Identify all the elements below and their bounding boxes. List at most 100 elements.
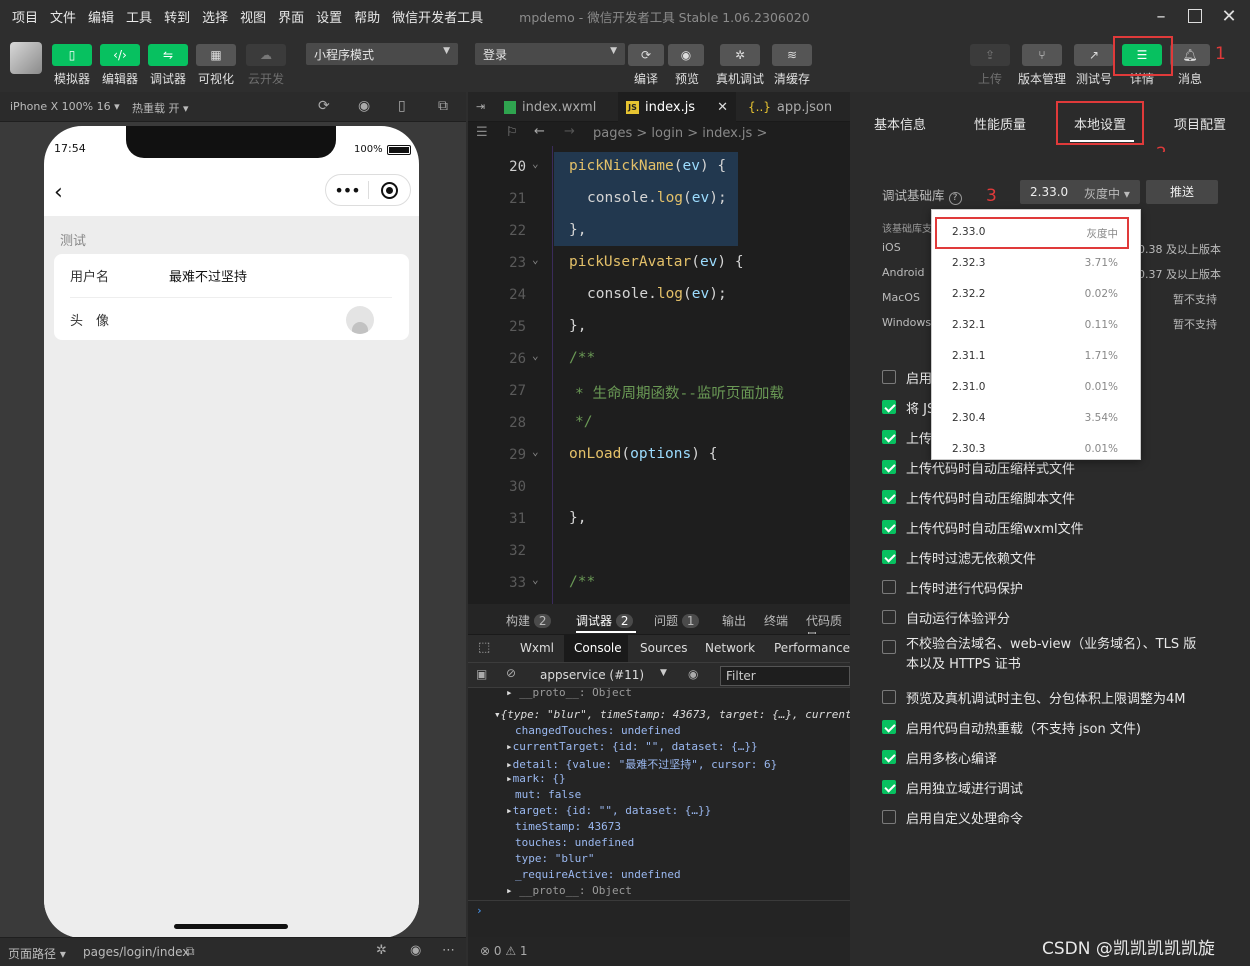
more-dots-icon[interactable]: •••: [326, 181, 368, 200]
close-tab-icon[interactable]: ✕: [717, 100, 728, 115]
setting-checkbox[interactable]: [882, 690, 896, 704]
setting-checkbox[interactable]: [882, 780, 896, 794]
stop-icon[interactable]: ◉: [358, 98, 370, 114]
menu-settings[interactable]: 设置: [316, 7, 342, 26]
clear-cache-icon[interactable]: ≋: [772, 44, 812, 66]
refresh-icon[interactable]: ⟳: [318, 98, 330, 114]
setting-checkbox[interactable]: [882, 370, 896, 384]
more-icon[interactable]: ⋯: [442, 943, 455, 958]
console-event-object[interactable]: ▾{type: "blur", timeStamp: 43673, target…: [494, 708, 850, 721]
eye-icon[interactable]: ◉: [688, 667, 698, 681]
detach-window-icon[interactable]: ⧉: [438, 98, 448, 114]
setting-checkbox[interactable]: [882, 610, 896, 624]
menu-view[interactable]: 视图: [240, 7, 266, 26]
tab-console[interactable]: Console: [574, 641, 622, 655]
console-line[interactable]: ▸ __proto__: Object: [506, 688, 632, 699]
lib-version-option[interactable]: 2.30.4 3.54%: [932, 402, 1140, 433]
close-capsule-icon[interactable]: [369, 181, 410, 199]
back-icon[interactable]: ←: [534, 124, 545, 139]
setting-checkbox[interactable]: [882, 400, 896, 414]
setting-checkbox[interactable]: [882, 430, 896, 444]
forward-icon[interactable]: →: [564, 124, 575, 139]
console-line[interactable]: ▸target: {id: "", dataset: {…}}: [506, 804, 711, 817]
copy-icon[interactable]: ⧉: [186, 944, 195, 959]
username-input[interactable]: 最难不过坚持: [169, 266, 247, 285]
menu-file[interactable]: 文件: [50, 7, 76, 26]
upload-icon[interactable]: ⇪: [970, 44, 1010, 66]
tab-index-wxml[interactable]: index.wxml: [496, 92, 616, 122]
tab-basic-info[interactable]: 基本信息: [874, 114, 926, 133]
tab-sources[interactable]: Sources: [640, 641, 687, 655]
lib-version-option[interactable]: 2.32.3 3.71%: [932, 247, 1140, 278]
compile-mode-select[interactable]: 登录 ▼: [475, 43, 625, 65]
filter-input[interactable]: Filter: [726, 669, 756, 683]
avatar-picker[interactable]: [346, 306, 374, 334]
tab-performance[interactable]: Performance: [774, 641, 850, 655]
tab-problems[interactable]: 问题 1: [654, 612, 700, 629]
setting-checkbox[interactable]: [882, 550, 896, 564]
menu-goto[interactable]: 转到: [164, 7, 190, 26]
tab-project-config[interactable]: 项目配置: [1174, 114, 1226, 133]
lib-version-option[interactable]: 2.32.1 0.11%: [932, 309, 1140, 340]
user-avatar[interactable]: [10, 42, 42, 74]
tab-debugger[interactable]: 调试器 2: [576, 612, 634, 629]
menu-select[interactable]: 选择: [202, 7, 228, 26]
eye-icon[interactable]: ◉: [410, 943, 421, 958]
maximize-icon[interactable]: [1178, 0, 1212, 32]
visual-toggle-icon[interactable]: ▦: [196, 44, 236, 66]
lib-version-option[interactable]: 2.31.1 1.71%: [932, 340, 1140, 371]
fold-chevron-icon[interactable]: ⌄: [532, 349, 539, 362]
tab-output[interactable]: 输出: [722, 612, 746, 629]
menu-project[interactable]: 项目: [12, 7, 38, 26]
tab-terminal[interactable]: 终端: [764, 612, 788, 629]
setting-checkbox[interactable]: [882, 640, 896, 654]
back-arrow-icon[interactable]: ‹: [54, 180, 63, 205]
console-line[interactable]: ▸mark: {}: [506, 772, 566, 785]
fold-chevron-icon[interactable]: ⌄: [532, 157, 539, 170]
tab-performance-quality[interactable]: 性能质量: [974, 114, 1026, 133]
lib-version-option[interactable]: 2.32.2 0.02%: [932, 278, 1140, 309]
console-prompt[interactable]: ›: [476, 904, 483, 917]
remote-debug-bug-icon[interactable]: ✲: [720, 44, 760, 66]
setting-checkbox[interactable]: [882, 750, 896, 764]
fold-chevron-icon[interactable]: ⌄: [532, 253, 539, 266]
console-line[interactable]: ▸ __proto__: Object: [506, 884, 632, 897]
editor-toggle-icon[interactable]: ‹/›: [100, 44, 140, 66]
console-line[interactable]: ▸currentTarget: {id: "", dataset: {…}}: [506, 740, 758, 753]
console-line[interactable]: ▸detail: {value: "最难不过坚持", cursor: 6}: [506, 756, 777, 772]
bookmark-icon[interactable]: ⚐: [506, 125, 518, 140]
menu-tools[interactable]: 工具: [126, 7, 152, 26]
menu-wechat-devtools[interactable]: 微信开发者工具: [392, 7, 483, 26]
push-button[interactable]: 推送: [1146, 180, 1218, 204]
close-window-icon[interactable]: ✕: [1212, 0, 1246, 32]
fold-chevron-icon[interactable]: ⌄: [532, 573, 539, 586]
setting-checkbox[interactable]: [882, 520, 896, 534]
notification-bell-icon[interactable]: 🔔︎: [1170, 44, 1210, 66]
setting-checkbox[interactable]: [882, 720, 896, 734]
lib-version-option[interactable]: 2.31.0 0.01%: [932, 371, 1140, 402]
code-editor[interactable]: 20 ⌄ pickNickName(ev) {21 console.log(ev); 2…: [468, 146, 850, 604]
minimize-icon[interactable]: –: [1144, 0, 1178, 32]
tab-wxml[interactable]: Wxml: [520, 641, 554, 655]
compile-icon[interactable]: ⟳: [628, 44, 664, 66]
test-account-icon[interactable]: ↗: [1074, 44, 1114, 66]
tab-build[interactable]: 构建 2: [506, 612, 552, 629]
fold-chevron-icon[interactable]: ⌄: [532, 445, 539, 458]
mode-select[interactable]: 小程序模式 ▼: [306, 43, 458, 65]
lib-version-option[interactable]: 2.30.3 0.01%: [932, 433, 1140, 464]
cloud-dev-icon[interactable]: ☁: [246, 44, 286, 66]
menu-help[interactable]: 帮助: [354, 7, 380, 26]
setting-checkbox[interactable]: [882, 580, 896, 594]
setting-checkbox[interactable]: [882, 460, 896, 474]
sidebar-icon[interactable]: ▣: [476, 667, 487, 681]
phone-icon[interactable]: ▯: [398, 98, 406, 114]
help-icon[interactable]: ?: [948, 192, 962, 205]
version-branch-icon[interactable]: ⑂: [1022, 44, 1062, 66]
simulator-toggle-icon[interactable]: ▯: [52, 44, 92, 66]
device-select[interactable]: iPhone X 100% 16 ▾: [10, 100, 120, 113]
debug-bug-icon[interactable]: ✲: [376, 943, 387, 958]
debugger-toggle-icon[interactable]: ⇋: [148, 44, 188, 66]
hot-reload-select[interactable]: 热重载 开 ▾: [132, 100, 189, 116]
list-icon[interactable]: ☰: [476, 125, 488, 140]
setting-checkbox[interactable]: [882, 490, 896, 504]
